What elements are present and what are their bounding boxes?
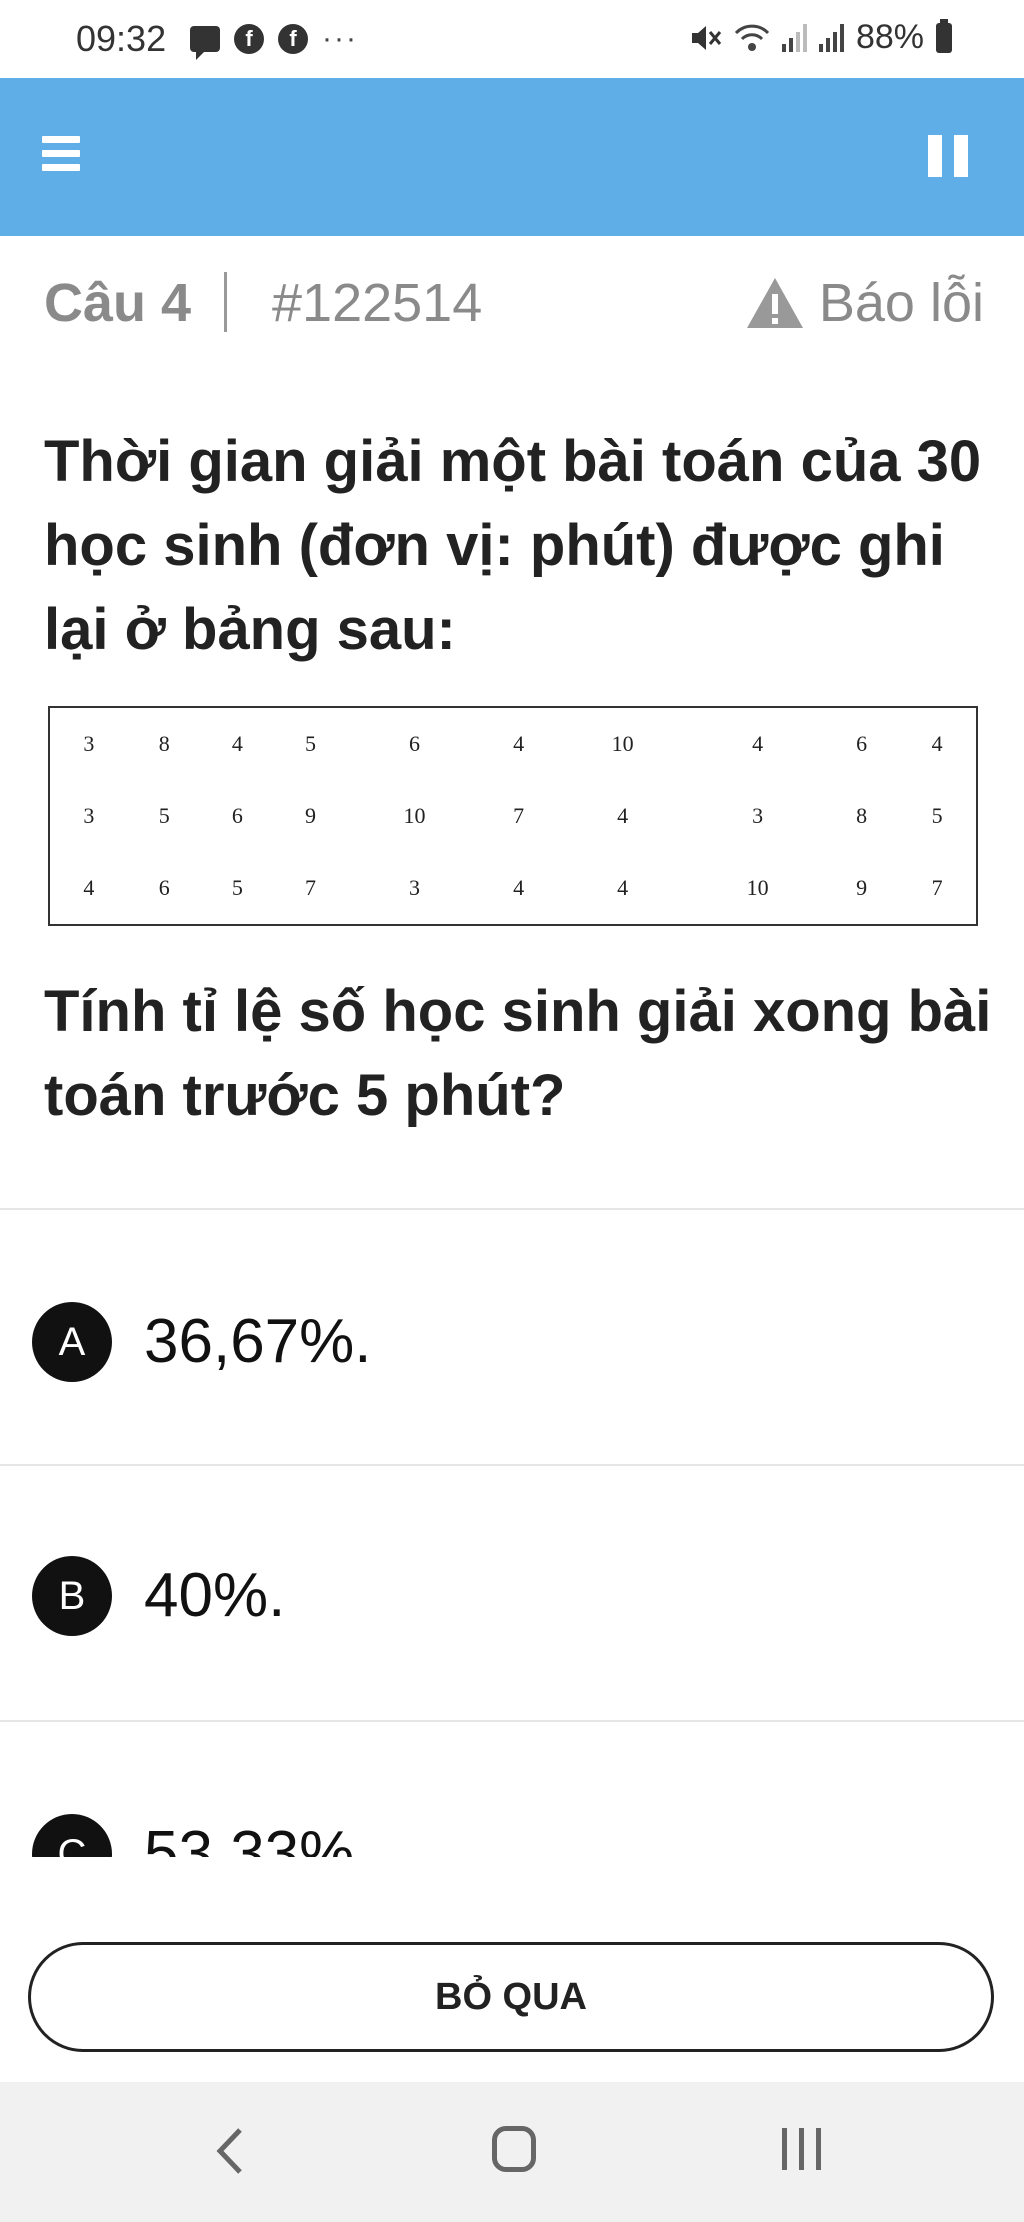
table-cell: 6 [158,875,170,900]
table-cell: 4 [617,875,629,900]
header-divider [224,272,227,332]
warning-icon [746,278,803,328]
table-cell: 7 [513,803,525,828]
navigation-bar [0,2082,1024,2222]
table-cell: 6 [856,731,868,756]
table-cell: 3 [409,875,421,900]
status-time: 09:32 [76,18,167,59]
report-error-label: Báo lỗi [818,273,984,333]
table-cell: 5 [158,803,170,828]
back-icon[interactable] [210,2126,250,2176]
wifi-icon [734,24,770,51]
facebook-icon: f [278,24,308,54]
mute-icon [691,25,722,50]
option-c-text: 53,33%. [144,1819,372,1857]
question-header: Câu 4 #122514 Báo lỗi [44,272,984,342]
table-cell: 3 [83,803,95,828]
facebook-icon: f [234,24,264,54]
table-cell: 4 [931,731,943,756]
option-b[interactable]: B 40%. [0,1466,1024,1720]
table-cell: 7 [931,875,943,900]
status-bar: 09:32 f f ··· 88% [0,0,1024,78]
table-cell: 4 [513,731,525,756]
option-a[interactable]: A 36,67%. [0,1210,1024,1464]
data-table: 3 8 4 5 6 4 10 4 6 4 3 5 6 9 10 7 4 3 8 5 4 6 5 7 3 4 4 10 9 7 [48,706,978,926]
option-a-text: 36,67%. [144,1307,372,1376]
table-cell: 4 [83,875,95,900]
table-cell: 10 [611,731,634,756]
menu-icon[interactable] [42,136,80,174]
notification-icons: f f ··· [190,22,358,60]
table-cell: 6 [409,731,421,756]
signal-icon [818,23,844,52]
table-row: 4 6 5 7 3 4 4 10 9 7 [49,852,977,925]
table-cell: 4 [513,875,525,900]
option-c[interactable]: C 53,33%. [0,1722,1024,1857]
table-cell: 4 [752,731,764,756]
table-cell: 10 [746,875,769,900]
message-icon [190,26,220,60]
table-row: 3 8 4 5 6 4 10 4 6 4 [49,707,977,780]
table-cell: 6 [231,803,243,828]
table-cell: 5 [231,875,243,900]
table-cell: 8 [856,803,868,828]
option-b-letter: B [32,1556,112,1636]
question-text: Thời gian giải một bài toán của 30 học s… [44,429,982,662]
home-icon[interactable] [492,2126,536,2172]
question-number: Câu 4 [44,273,192,333]
pause-icon[interactable] [928,135,968,177]
app-bar [0,78,1024,236]
signal-icon [781,23,807,52]
sub-question-text: Tính tỉ lệ số học sinh giải xong bài toá… [44,979,992,1128]
system-icons: 88% [688,18,952,57]
recent-apps-icon[interactable] [782,2128,821,2170]
table-cell: 8 [158,731,170,756]
table-cell: 7 [305,875,316,900]
table-cell: 9 [856,875,868,900]
table-cell: 4 [231,731,243,756]
option-b-text: 40%. [144,1561,286,1630]
table-cell: 9 [305,803,316,828]
table-cell: 4 [617,803,629,828]
more-notifications-icon: ··· [322,22,358,55]
report-error-button[interactable]: Báo lỗi [745,272,984,334]
skip-button[interactable]: BỎ QUA [28,1942,994,2052]
table-cell: 5 [305,731,316,756]
table-cell: 3 [752,803,764,828]
option-a-letter: A [32,1302,112,1382]
table-cell: 3 [83,731,95,756]
question-id: #122514 [272,273,483,333]
options-scroll-clip: C 53,33%. [0,1722,1024,1857]
option-c-letter: C [32,1814,112,1857]
battery-percentage: 88% [855,18,924,56]
battery-icon [936,18,952,53]
table-cell: 5 [931,803,943,828]
table-row: 3 5 6 9 10 7 4 3 8 5 [49,780,977,852]
table-cell: 10 [403,803,426,828]
